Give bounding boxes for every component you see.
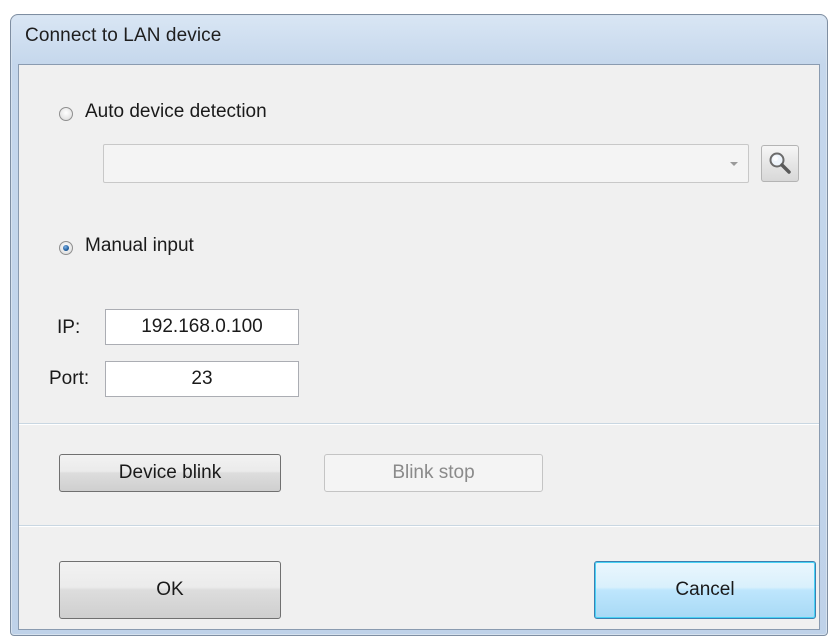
manual-input-radio[interactable] bbox=[59, 241, 73, 255]
ok-button[interactable]: OK bbox=[59, 561, 281, 619]
blink-stop-button[interactable]: Blink stop bbox=[324, 454, 543, 492]
ip-field[interactable]: 192.168.0.100 bbox=[105, 309, 299, 345]
cancel-button[interactable]: Cancel bbox=[594, 561, 816, 619]
chevron-down-icon[interactable] bbox=[730, 162, 738, 166]
separator-bottom bbox=[19, 525, 819, 527]
auto-detection-radio[interactable] bbox=[59, 107, 73, 121]
window-title: Connect to LAN device bbox=[25, 25, 222, 46]
search-device-button[interactable] bbox=[761, 145, 799, 182]
device-blink-button[interactable]: Device blink bbox=[59, 454, 281, 492]
separator-top bbox=[19, 423, 819, 425]
dialog-window: Connect to LAN device Auto device detect… bbox=[10, 14, 828, 636]
magnifier-icon bbox=[769, 152, 791, 174]
radio-selected-dot bbox=[63, 245, 69, 251]
ip-label: IP: bbox=[57, 317, 81, 338]
port-field[interactable]: 23 bbox=[105, 361, 299, 397]
port-label: Port: bbox=[49, 368, 90, 389]
dialog-client-area: Auto device detection Manual input IP: 1… bbox=[18, 64, 820, 630]
device-combo[interactable] bbox=[103, 144, 749, 183]
auto-detection-label[interactable]: Auto device detection bbox=[85, 101, 267, 123]
manual-input-label[interactable]: Manual input bbox=[85, 235, 194, 257]
